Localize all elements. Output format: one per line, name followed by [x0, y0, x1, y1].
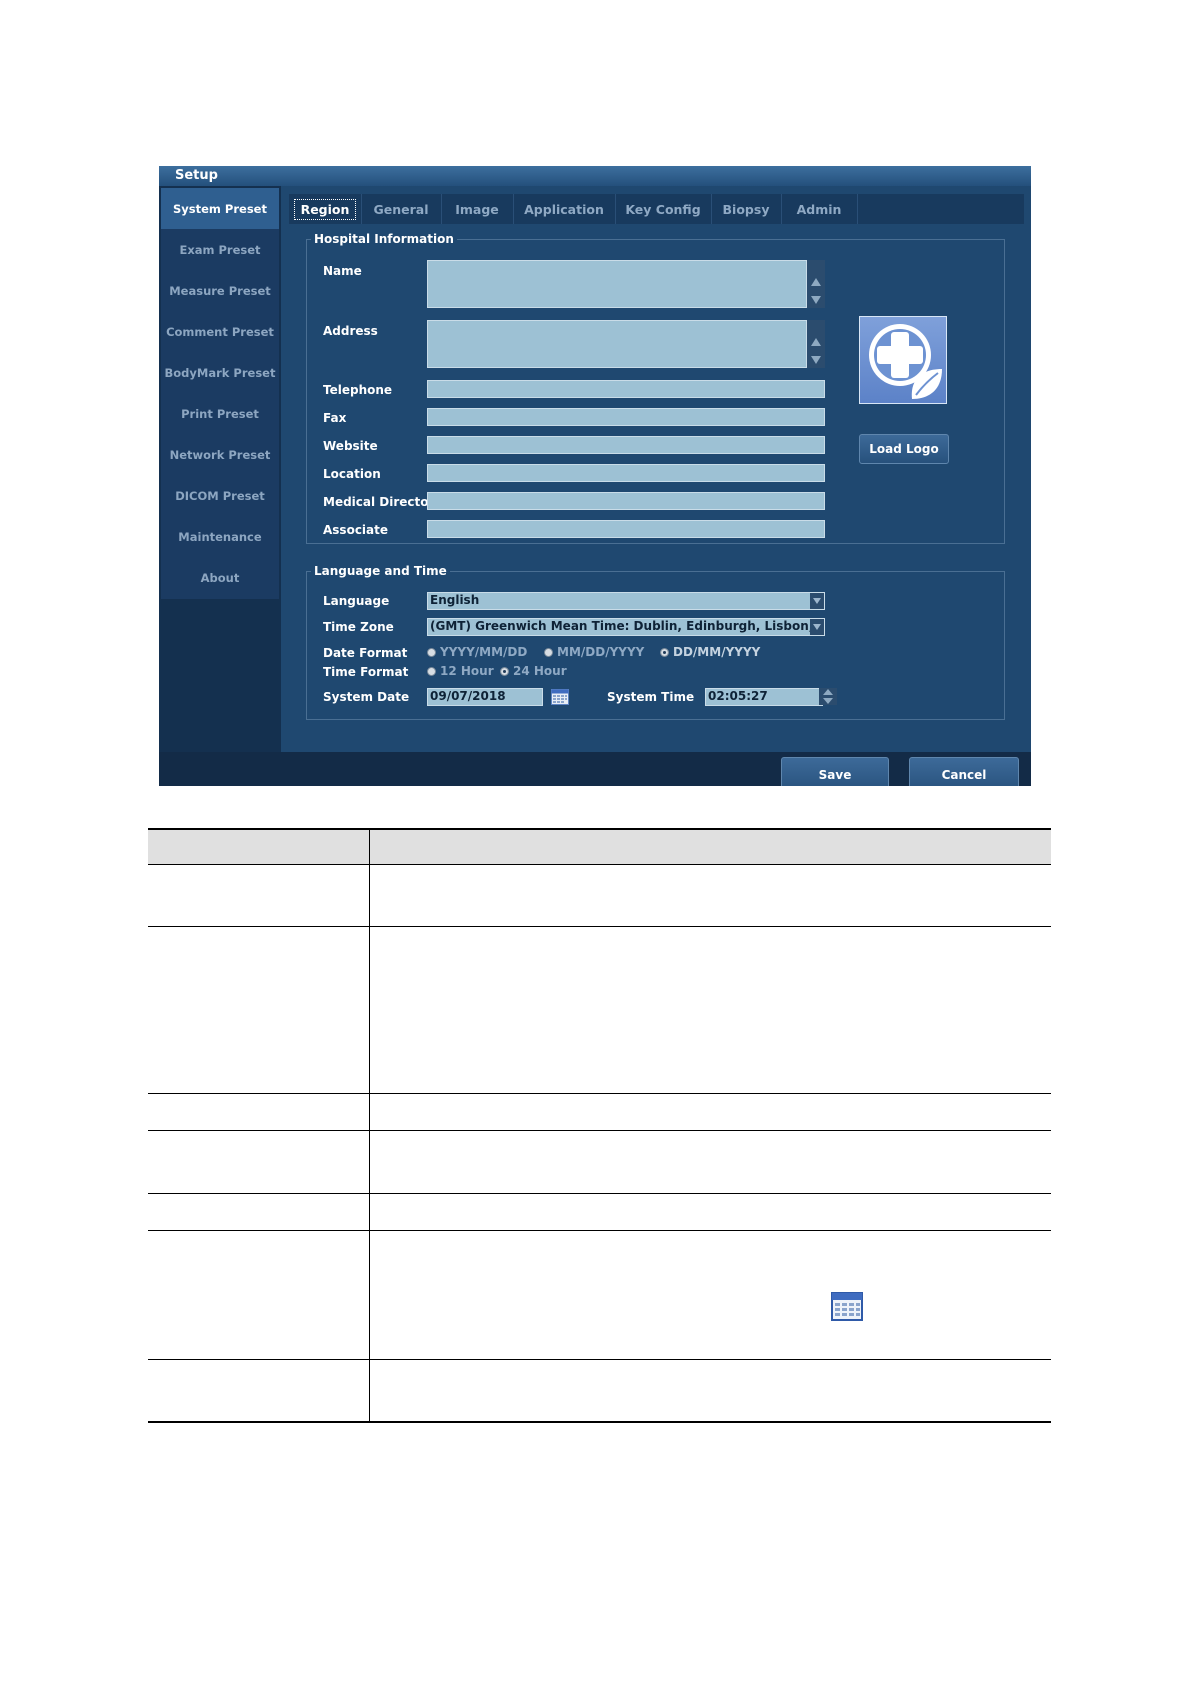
- associate-label: Associate: [323, 523, 389, 537]
- time-format-option-label: 24 Hour: [513, 664, 567, 678]
- system-time-field[interactable]: 02:05:27: [705, 688, 823, 706]
- medical-director-label: Medical Director: [323, 495, 435, 509]
- radio-selected-icon[interactable]: [500, 666, 509, 676]
- chevron-down-icon[interactable]: [810, 593, 824, 609]
- sidebar-item-maintenance[interactable]: Maintenance: [161, 516, 279, 558]
- date-format-mm-dd-yyyy[interactable]: MM/DD/YYYY: [544, 645, 644, 659]
- website-label: Website: [323, 439, 378, 453]
- address-label: Address: [323, 324, 378, 338]
- location-field[interactable]: [427, 464, 825, 482]
- radio-icon[interactable]: [427, 647, 436, 657]
- arrow-down-icon[interactable]: [811, 356, 821, 364]
- website-field[interactable]: [427, 436, 825, 454]
- date-format-option-label: YYYY/MM/DD: [440, 645, 528, 659]
- time-zone-label: Time Zone: [323, 620, 394, 634]
- date-format-yyyy-mm-dd[interactable]: YYYY/MM/DD: [427, 645, 527, 659]
- sidebar-item-network-preset[interactable]: Network Preset: [161, 434, 279, 476]
- name-label: Name: [323, 264, 362, 278]
- table-row: [148, 1194, 1051, 1231]
- date-format-option-label: MM/DD/YYYY: [557, 645, 645, 659]
- sidebar-item-print-preset[interactable]: Print Preset: [161, 393, 279, 435]
- language-label: Language: [323, 594, 390, 608]
- time-format-12-hour[interactable]: 12 Hour: [427, 664, 494, 678]
- hospital-information-group: Hospital Information Name Address Teleph…: [306, 232, 1005, 544]
- address-scrollbar[interactable]: [807, 320, 825, 368]
- location-label: Location: [323, 467, 381, 481]
- radio-icon[interactable]: [427, 666, 436, 676]
- calendar-icon: [831, 1292, 863, 1321]
- cancel-button[interactable]: Cancel: [909, 757, 1019, 786]
- date-format-option-label: DD/MM/YYYY: [673, 645, 761, 659]
- radio-selected-icon[interactable]: [660, 647, 669, 657]
- date-format-dd-mm-yyyy[interactable]: DD/MM/YYYY: [660, 645, 760, 659]
- tab-bar: Region General Image Application Key Con…: [289, 194, 1024, 224]
- save-button[interactable]: Save: [781, 757, 889, 786]
- name-scrollbar[interactable]: [807, 260, 825, 308]
- address-field[interactable]: [427, 320, 807, 368]
- language-select[interactable]: English: [427, 592, 825, 610]
- system-date-label: System Date: [323, 690, 410, 704]
- fax-label: Fax: [323, 411, 347, 425]
- sidebar-item-exam-preset[interactable]: Exam Preset: [161, 229, 279, 271]
- table-row: [148, 1131, 1051, 1194]
- associate-field[interactable]: [427, 520, 825, 538]
- arrow-down-icon[interactable]: [811, 296, 821, 304]
- table-row: [148, 1231, 1051, 1360]
- tab-region[interactable]: Region: [289, 194, 362, 224]
- table-header-row: [148, 828, 1051, 865]
- bottom-bar: Save Cancel: [159, 752, 1031, 786]
- content-panel: Region General Image Application Key Con…: [281, 186, 1031, 752]
- time-zone-select[interactable]: (GMT) Greenwich Mean Time: Dublin, Edinb…: [427, 618, 825, 636]
- table-row: [148, 927, 1051, 1094]
- table-row: [148, 865, 1051, 927]
- tab-application[interactable]: Application: [513, 194, 616, 224]
- time-format-24-hour[interactable]: 24 Hour: [500, 664, 567, 678]
- load-logo-button[interactable]: Load Logo: [859, 434, 949, 464]
- tab-biopsy[interactable]: Biopsy: [711, 194, 782, 224]
- system-time-spinner[interactable]: [819, 688, 837, 705]
- title-bar: Setup: [159, 166, 1031, 186]
- table-row: [148, 1094, 1051, 1131]
- tab-region-label: Region: [293, 198, 357, 220]
- tab-admin[interactable]: Admin: [781, 194, 858, 224]
- tab-general[interactable]: General: [361, 194, 442, 224]
- sidebar-item-comment-preset[interactable]: Comment Preset: [161, 311, 279, 353]
- language-and-time-legend: Language and Time: [314, 564, 447, 578]
- tab-image[interactable]: Image: [441, 194, 514, 224]
- time-zone-value: (GMT) Greenwich Mean Time: Dublin, Edinb…: [430, 619, 825, 633]
- telephone-label: Telephone: [323, 383, 393, 397]
- tab-key-config[interactable]: Key Config: [615, 194, 712, 224]
- arrow-up-icon[interactable]: [811, 338, 821, 346]
- system-time-label: System Time: [607, 690, 695, 704]
- sidebar-item-dicom-preset[interactable]: DICOM Preset: [161, 475, 279, 517]
- name-field[interactable]: [427, 260, 807, 308]
- time-format-label: Time Format: [323, 665, 409, 679]
- language-and-time-group: Language and Time Language English Time …: [306, 564, 1005, 720]
- date-format-label: Date Format: [323, 646, 408, 660]
- medical-director-field[interactable]: [427, 492, 825, 510]
- medical-cross-leaf-icon: [869, 324, 942, 399]
- sidebar-item-bodymark-preset[interactable]: BodyMark Preset: [161, 352, 279, 394]
- calendar-icon[interactable]: [551, 688, 569, 705]
- fax-field[interactable]: [427, 408, 825, 426]
- sidebar-item-about[interactable]: About: [161, 557, 279, 599]
- language-value: English: [430, 593, 480, 607]
- telephone-field[interactable]: [427, 380, 825, 398]
- sidebar-item-system-preset[interactable]: System Preset: [161, 188, 279, 230]
- hospital-information-legend: Hospital Information: [314, 232, 454, 246]
- table-row: [148, 1360, 1051, 1423]
- arrow-up-icon[interactable]: [811, 278, 821, 286]
- system-date-field[interactable]: 09/07/2018: [427, 688, 543, 706]
- calendar-button[interactable]: [551, 688, 569, 705]
- sidebar: System Preset Exam Preset Measure Preset…: [159, 186, 281, 752]
- hospital-logo: [859, 316, 947, 404]
- setup-window: Setup System Preset Exam Preset Measure …: [159, 166, 1031, 786]
- window-title: Setup: [175, 168, 218, 183]
- radio-icon[interactable]: [544, 647, 553, 657]
- sidebar-item-measure-preset[interactable]: Measure Preset: [161, 270, 279, 312]
- time-format-option-label: 12 Hour: [440, 664, 494, 678]
- chevron-down-icon[interactable]: [810, 619, 824, 635]
